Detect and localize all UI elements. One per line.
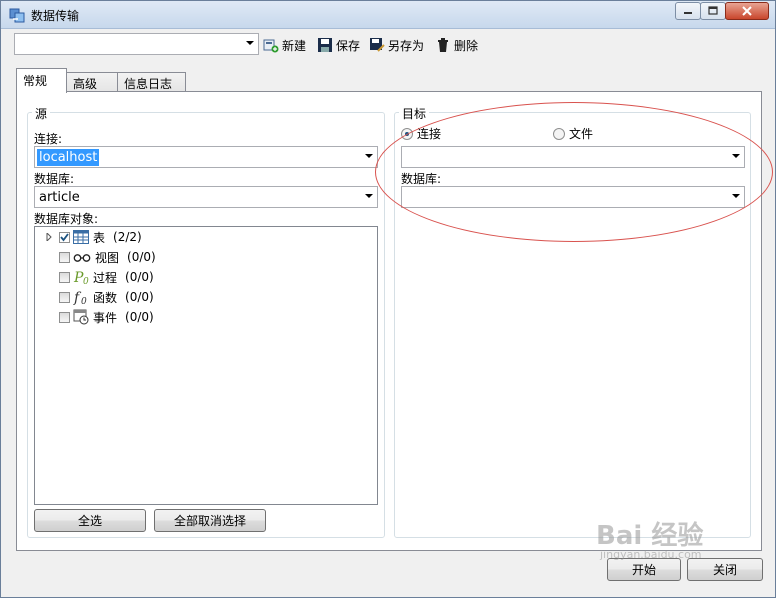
save-icon (318, 38, 332, 52)
window-title: 数据传输 (31, 9, 80, 23)
maximize-button[interactable] (700, 2, 726, 20)
deselect-all-button-label: 全部取消选择 (173, 514, 246, 528)
event-icon (73, 309, 89, 325)
source-connection-label: 连接: (34, 132, 63, 146)
data-transfer-window: 数据传输 新建 保存 另存为 删除 常规 高级 信息日志 源 连接: local… (0, 0, 776, 598)
close-button[interactable]: 关闭 (687, 558, 763, 581)
tree-item-count: (2/2) (113, 230, 142, 244)
minimize-button[interactable] (675, 2, 701, 20)
target-database-value (404, 189, 408, 191)
procedure-icon: P0 (73, 270, 89, 285)
source-connection-select[interactable]: localhost (34, 146, 378, 168)
target-group: 目标 连接 文件 数据库: (394, 105, 751, 538)
target-connection-select[interactable] (401, 146, 745, 168)
tab-info-log[interactable]: 信息日志 (117, 72, 186, 93)
expand-arrow-icon[interactable] (45, 233, 53, 241)
delete-button-label: 删除 (454, 38, 479, 53)
close-window-button[interactable] (725, 2, 769, 20)
radio-selected-icon[interactable] (401, 127, 413, 140)
tab-general-label: 常规 (23, 74, 48, 88)
close-button-label: 关闭 (712, 563, 737, 577)
source-database-select[interactable]: article (34, 186, 378, 208)
maximize-icon (708, 6, 718, 15)
minimize-icon (684, 12, 692, 14)
tree-item-views[interactable]: 视图 (0/0) (59, 248, 156, 266)
tab-advanced-label: 高级 (73, 77, 98, 91)
tree-item-label: 事件 (93, 310, 118, 325)
source-database-label: 数据库: (34, 172, 75, 186)
chevron-down-icon[interactable] (365, 154, 373, 158)
source-group: 源 连接: localhost 数据库: article 数据库对象: 表 (2… (27, 105, 385, 538)
save-button[interactable]: 保存 (317, 35, 360, 55)
target-file-radio-label: 文件 (569, 127, 594, 141)
general-tab-panel: 源 连接: localhost 数据库: article 数据库对象: 表 (2… (16, 91, 762, 551)
tree-item-label: 过程 (93, 270, 118, 285)
tree-item-label: 表 (93, 230, 106, 245)
tree-item-count: (0/0) (125, 310, 154, 324)
target-group-title: 目标 (399, 105, 430, 122)
chevron-down-icon[interactable] (246, 41, 254, 45)
radio-unselected-icon[interactable] (553, 127, 565, 140)
chevron-down-icon[interactable] (732, 194, 740, 198)
start-button-label: 开始 (631, 563, 656, 577)
tree-item-procedures[interactable]: P0 过程 (0/0) (59, 268, 154, 286)
window-controls (675, 2, 769, 21)
tree-item-functions[interactable]: f0 函数 (0/0) (59, 288, 154, 306)
chevron-down-icon[interactable] (365, 194, 373, 198)
toolbar: 新建 保存 另存为 删除 (13, 33, 769, 57)
source-connection-value: localhost (37, 149, 100, 166)
tree-item-label: 函数 (93, 290, 118, 305)
tree-item-count: (0/0) (125, 270, 154, 284)
view-icon (73, 254, 91, 262)
tree-item-count: (0/0) (127, 250, 156, 264)
source-database-value: article (39, 190, 80, 205)
tree-item-label: 视图 (95, 250, 120, 265)
save-as-button[interactable]: 另存为 (369, 35, 424, 55)
tab-advanced[interactable]: 高级 (66, 72, 118, 93)
data-transfer-app-icon (9, 8, 25, 23)
source-group-title: 源 (32, 105, 51, 122)
new-button[interactable]: 新建 (263, 35, 306, 55)
save-button-label: 保存 (336, 38, 361, 53)
new-icon (263, 39, 279, 53)
select-all-button-label: 全选 (77, 514, 102, 528)
check-icon (60, 232, 69, 241)
trash-icon (438, 38, 448, 52)
tree-item-count: (0/0) (125, 290, 154, 304)
tab-info-log-label: 信息日志 (124, 77, 173, 91)
svg-text:0: 0 (83, 277, 89, 285)
select-all-button[interactable]: 全选 (34, 509, 146, 532)
procedures-checkbox[interactable] (59, 271, 70, 283)
target-database-select[interactable] (401, 186, 745, 208)
tables-checkbox[interactable] (59, 231, 70, 243)
chevron-down-icon[interactable] (732, 154, 740, 158)
database-objects-tree[interactable]: 表 (2/2) 视图 (0/0) P0 过程 (0/0) f 0 函数 (0/0… (34, 226, 378, 505)
save-as-button-label: 另存为 (388, 38, 425, 53)
target-file-radio[interactable]: 文件 (553, 125, 593, 142)
function-icon: f0 (73, 290, 87, 305)
events-checkbox[interactable] (59, 311, 70, 323)
target-connection-value (404, 149, 408, 151)
deselect-all-button[interactable]: 全部取消选择 (154, 509, 266, 532)
save-as-icon (370, 38, 385, 52)
tree-item-events[interactable]: 事件 (0/0) (59, 308, 154, 326)
title-bar[interactable]: 数据传输 (1, 1, 775, 29)
close-icon (742, 6, 752, 16)
target-connection-radio[interactable]: 连接 (401, 125, 441, 142)
database-objects-label: 数据库对象: (34, 212, 99, 226)
functions-checkbox[interactable] (59, 291, 70, 303)
new-button-label: 新建 (282, 38, 307, 53)
svg-text:0: 0 (81, 297, 87, 305)
start-button[interactable]: 开始 (607, 558, 681, 581)
target-database-label: 数据库: (401, 172, 442, 186)
tree-item-tables[interactable]: 表 (2/2) (45, 228, 142, 246)
tab-general[interactable]: 常规 (16, 68, 67, 93)
profile-select[interactable] (14, 33, 259, 55)
delete-button[interactable]: 删除 (435, 35, 478, 55)
table-icon (73, 230, 89, 244)
target-connection-radio-label: 连接 (417, 127, 442, 141)
views-checkbox[interactable] (59, 251, 70, 263)
